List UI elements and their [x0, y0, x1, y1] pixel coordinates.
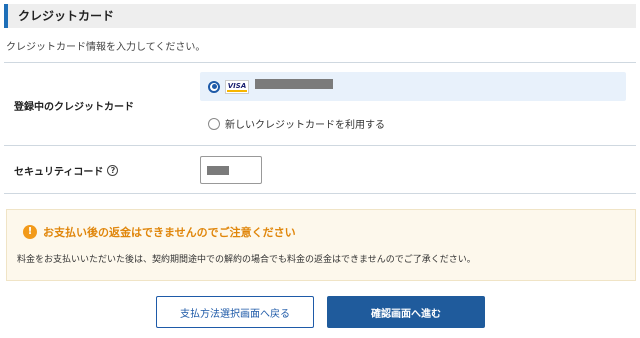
new-card-radio[interactable]	[208, 117, 220, 130]
divider	[4, 62, 636, 63]
masked-card-number	[255, 78, 333, 89]
registered-card-label: 登録中のクレジットカード	[14, 102, 134, 113]
back-to-payment-method-button[interactable]: 支払方法選択画面へ戻る	[156, 296, 314, 328]
question-circle-icon[interactable]: ?	[107, 165, 119, 176]
security-code-label-group: セキュリティコード ?	[14, 163, 119, 178]
notice-title: お支払い後の返金はできませんのでご注意ください	[43, 226, 296, 239]
notice-title-group: ! お支払い後の返金はできませんのでご注意ください	[23, 224, 296, 240]
proceed-to-confirm-button[interactable]: 確認画面へ進む	[327, 296, 485, 328]
refund-notice: ! お支払い後の返金はできませんのでご注意ください 料金をお支払いいただいた後は…	[6, 209, 636, 281]
masked-security-code	[207, 166, 229, 175]
security-code-input[interactable]	[200, 156, 262, 184]
warning-icon: !	[23, 225, 37, 239]
new-card-option[interactable]: 新しいクレジットカードを利用する	[208, 116, 385, 131]
new-card-label: 新しいクレジットカードを利用する	[225, 120, 385, 131]
security-code-label: セキュリティコード	[14, 167, 104, 178]
visa-logo-icon: VISA	[225, 79, 249, 94]
divider	[4, 145, 636, 146]
radio-dot	[211, 84, 217, 89]
registered-card-radio[interactable]	[208, 80, 220, 93]
notice-body: 料金をお支払いいただいた後は、契約期間途中での解約の場合でも料金の返金はできませ…	[17, 255, 476, 265]
divider	[4, 193, 636, 194]
section-header: クレジットカード	[4, 4, 636, 28]
intro-text: クレジットカード情報を入力してください。	[6, 42, 206, 53]
section-title: クレジットカード	[18, 9, 115, 23]
registered-card-option[interactable]: VISA	[200, 72, 626, 101]
